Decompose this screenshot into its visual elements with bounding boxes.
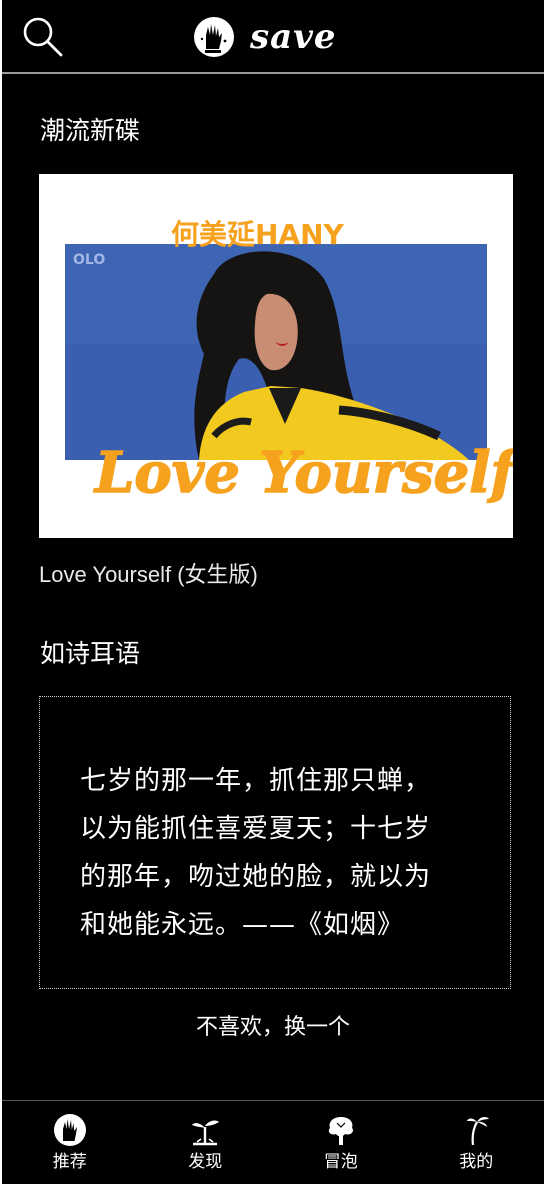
poem-line: 和她能永远。——《如烟》 (80, 910, 405, 940)
cover-brand-text: OLO (73, 252, 105, 268)
cover-title-text: Love Yourself (93, 440, 513, 506)
album-caption[interactable]: Love Yourself (女生版) (39, 561, 258, 589)
poem-text: 七岁的那一年，抓住那只蝉， 以为能抓住喜爱夏天；十七岁 的那年，吻过她的脸，就以… (80, 757, 480, 949)
album-cover[interactable]: OLO 何美延HANY Love Yourself (39, 174, 513, 538)
tab-label: 冒泡 (323, 1152, 358, 1172)
tab-label: 发现 (188, 1152, 223, 1172)
search-icon (23, 17, 63, 57)
app-name: save (250, 17, 337, 57)
poem-line: 七岁的那一年，抓住那只蝉， (80, 766, 432, 796)
tab-discover[interactable]: 发现 (138, 1101, 274, 1184)
app-screen: save 潮流新碟 OLO 何美延HANY Love Yourself Love… (2, 0, 544, 1184)
refresh-poem-button[interactable]: 不喜欢，换一个 (2, 1013, 544, 1043)
top-header: save (2, 0, 544, 74)
poem-card: 七岁的那一年，抓住那只蝉， 以为能抓住喜爱夏天；十七岁 的那年，吻过她的脸，就以… (39, 696, 511, 989)
tab-label: 我的 (459, 1152, 494, 1172)
hand-logo-icon (194, 17, 234, 57)
tab-mine[interactable]: 我的 (409, 1101, 545, 1184)
poem-line: 的那年，吻过她的脸，就以为 (80, 862, 432, 892)
hand-logo-icon (53, 1114, 86, 1146)
tree-icon (328, 1117, 353, 1145)
brand: save (192, 14, 337, 60)
sprout-icon (192, 1120, 220, 1146)
section-title-new-albums: 潮流新碟 (40, 116, 141, 145)
section-title-poetry: 如诗耳语 (40, 639, 141, 668)
palm-tree-icon (467, 1117, 490, 1146)
phone-frame: save 潮流新碟 OLO 何美延HANY Love Yourself Love… (0, 0, 546, 1186)
tab-bubble[interactable]: 冒泡 (273, 1101, 409, 1184)
search-button[interactable] (22, 16, 64, 58)
bottom-tab-bar: 推荐 发现 冒泡 我的 (2, 1100, 544, 1184)
cover-artist-text: 何美延HANY (171, 218, 345, 251)
poem-line: 以为能抓住喜爱夏天；十七岁 (80, 814, 432, 844)
tab-label: 推荐 (52, 1152, 87, 1172)
tab-recommend[interactable]: 推荐 (2, 1101, 138, 1184)
album-cover-art: OLO 何美延HANY Love Yourself (39, 174, 513, 538)
